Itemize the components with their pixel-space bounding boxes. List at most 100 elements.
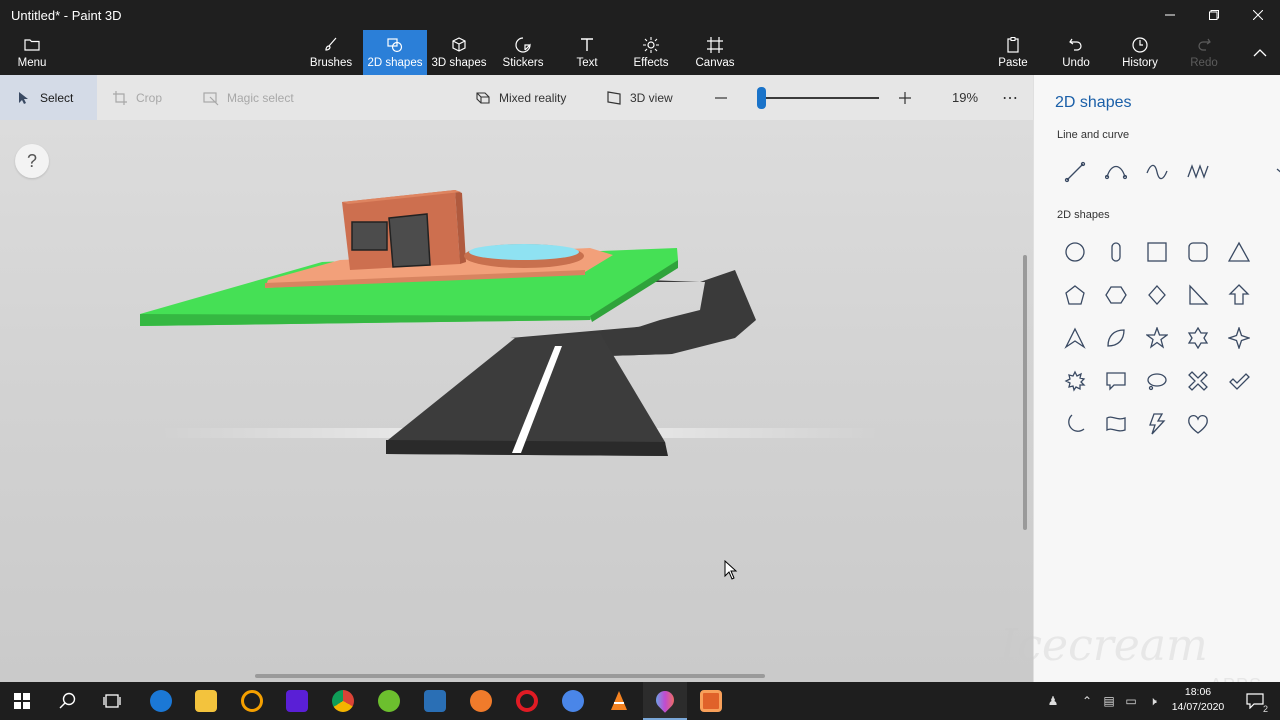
taskbar-paint3d[interactable] <box>643 682 687 720</box>
crop-icon <box>113 90 127 105</box>
redo-icon <box>1198 38 1211 51</box>
close-button[interactable] <box>1236 0 1280 30</box>
taskbar: ♟ ⌃ ▤ ▭ 🕨 18:06 14/07/2020 2 <box>0 682 1280 720</box>
heart-button[interactable] <box>1180 406 1216 442</box>
menu-button[interactable]: Menu <box>0 30 64 75</box>
arrow-up-button[interactable] <box>1221 277 1257 313</box>
star-5-button[interactable] <box>1139 320 1175 356</box>
triangle-icon <box>1228 241 1250 262</box>
tab-brushes[interactable]: Brushes <box>299 30 363 75</box>
vertical-scrollbar[interactable] <box>1023 255 1027 530</box>
taskbar-vlc[interactable] <box>597 682 641 720</box>
canvas-area[interactable]: ? <box>0 120 1033 682</box>
cross-button[interactable] <box>1180 363 1216 399</box>
s-curve-button[interactable] <box>1139 154 1175 190</box>
thought-bubble-button[interactable] <box>1139 363 1175 399</box>
line-button[interactable] <box>1057 154 1093 190</box>
notifications-button[interactable]: 2 <box>1240 682 1270 720</box>
star-6-button[interactable] <box>1180 320 1216 356</box>
taskbar-purple-app[interactable] <box>275 682 319 720</box>
taskbar-orange-square[interactable] <box>689 682 733 720</box>
more-options-button[interactable]: ⋯ <box>1002 75 1018 120</box>
square-button[interactable] <box>1139 234 1175 270</box>
task-view-icon <box>103 694 121 708</box>
search-button[interactable] <box>46 682 90 720</box>
zoom-slider-track[interactable] <box>757 97 879 99</box>
start-button[interactable] <box>0 682 44 720</box>
tab-text[interactable]: Text <box>555 30 619 75</box>
s-curve-icon <box>1146 164 1168 180</box>
burst-button[interactable] <box>1057 363 1093 399</box>
tab-canvas[interactable]: Canvas <box>683 30 747 75</box>
curve-button[interactable] <box>1098 154 1134 190</box>
circle-icon <box>1065 242 1085 262</box>
speech-bubble-button[interactable] <box>1098 363 1134 399</box>
hexagon-button[interactable] <box>1098 277 1134 313</box>
tab-2d-shapes-label: 2D shapes <box>367 57 423 69</box>
taskbar-file-explorer[interactable] <box>184 682 228 720</box>
battery-icon[interactable]: ▭ <box>1120 682 1142 720</box>
paste-button[interactable]: Paste <box>988 30 1038 75</box>
3d-view-button[interactable]: 3D view <box>606 75 673 120</box>
taskbar-chrome[interactable] <box>321 682 365 720</box>
volume-icon[interactable]: 🕨 <box>1142 682 1164 720</box>
heart-icon <box>1188 414 1208 434</box>
rounded-square-icon <box>1188 242 1208 262</box>
zoom-out-button[interactable] <box>713 75 729 120</box>
maximize-icon <box>1209 10 1219 20</box>
taskbar-chrome-blue[interactable] <box>551 682 595 720</box>
people-icon[interactable]: ♟ <box>1042 682 1064 720</box>
minimize-icon <box>1165 14 1175 16</box>
star-6-icon <box>1187 327 1209 349</box>
triangle-button[interactable] <box>1221 234 1257 270</box>
oval-button[interactable] <box>1098 234 1134 270</box>
redo-button[interactable]: Redo <box>1180 30 1228 75</box>
wave-flag-button[interactable] <box>1098 406 1134 442</box>
rounded-square-button[interactable] <box>1180 234 1216 270</box>
more-lines-chevron[interactable] <box>1266 154 1280 190</box>
arrow-up-icon <box>1228 284 1250 305</box>
select-tool[interactable]: Select <box>0 75 97 120</box>
taskbar-calculator[interactable] <box>413 682 457 720</box>
undo-button[interactable]: Undo <box>1052 30 1100 75</box>
task-view-button[interactable] <box>90 682 134 720</box>
diamond-button[interactable] <box>1139 277 1175 313</box>
chrome-icon <box>332 690 354 712</box>
arrowhead-button[interactable] <box>1057 320 1093 356</box>
circle-button[interactable] <box>1057 234 1093 270</box>
tray-chevron-up-icon[interactable]: ⌃ <box>1076 682 1098 720</box>
right-triangle-button[interactable] <box>1180 277 1216 313</box>
network-icon[interactable]: ▤ <box>1098 682 1120 720</box>
magic-select-tool[interactable]: Magic select <box>203 75 294 120</box>
taskbar-edge[interactable] <box>139 682 183 720</box>
taskbar-search-app[interactable] <box>230 682 274 720</box>
pentagon-button[interactable] <box>1057 277 1093 313</box>
moon-button[interactable] <box>1057 406 1093 442</box>
minimize-button[interactable] <box>1148 0 1192 30</box>
zoom-slider-thumb[interactable] <box>756 87 766 109</box>
zoom-in-button[interactable] <box>897 75 913 120</box>
crop-tool[interactable]: Crop <box>112 75 162 120</box>
tab-2d-shapes[interactable]: 2D shapes <box>363 30 427 75</box>
tab-3d-shapes[interactable]: 3D shapes <box>427 30 491 75</box>
maximize-button[interactable] <box>1192 0 1236 30</box>
leaf-button[interactable] <box>1098 320 1134 356</box>
taskbar-opera[interactable] <box>505 682 549 720</box>
taskbar-green-app[interactable] <box>367 682 411 720</box>
star-4-button[interactable] <box>1221 320 1257 356</box>
star-5-icon <box>1146 327 1168 349</box>
polyline-button[interactable] <box>1180 154 1216 190</box>
2d-shapes-icon <box>387 38 403 53</box>
tab-effects[interactable]: Effects <box>619 30 683 75</box>
horizontal-scrollbar[interactable] <box>255 674 765 678</box>
lightning-button[interactable] <box>1139 406 1175 442</box>
taskbar-orange-app[interactable] <box>459 682 503 720</box>
checkmark-button[interactable] <box>1221 363 1257 399</box>
3d-scene[interactable] <box>0 120 1033 682</box>
tab-stickers[interactable]: Stickers <box>491 30 555 75</box>
thought-bubble-icon <box>1147 373 1167 391</box>
clock[interactable]: 18:06 14/07/2020 <box>1168 685 1228 715</box>
mixed-reality-button[interactable]: Mixed reality <box>475 75 566 120</box>
collapse-ribbon-button[interactable] <box>1240 30 1280 75</box>
history-button[interactable]: History <box>1116 30 1164 75</box>
